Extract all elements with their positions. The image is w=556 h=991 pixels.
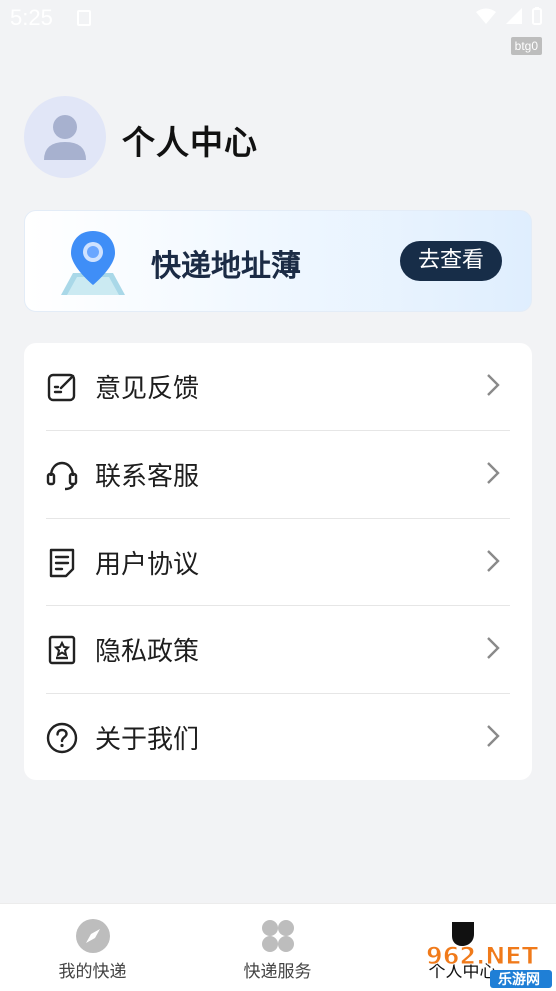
avatar[interactable]	[24, 96, 106, 178]
menu-item-feedback[interactable]: 意见反馈	[46, 343, 510, 430]
watermark-logo: 962.NET 乐游网	[426, 942, 552, 988]
status-bar: 5:25 btg0	[0, 0, 556, 55]
chevron-right-icon	[487, 462, 500, 484]
menu-item-privacy-policy[interactable]: 隐私政策	[46, 606, 510, 693]
menu-item-about-us[interactable]: 关于我们	[46, 694, 510, 781]
privacy-icon	[46, 634, 78, 666]
tab-label: 快递服务	[243, 962, 312, 982]
chevron-right-icon	[487, 550, 500, 572]
address-book-card[interactable]: 快递地址薄 去查看	[24, 210, 532, 312]
wifi-icon	[476, 8, 496, 24]
settings-menu: 意见反馈 联系客服 用户协议 隐私政策 关于我们	[24, 343, 532, 780]
grid-icon	[261, 920, 294, 952]
battery-icon	[532, 7, 542, 25]
tab-my-express[interactable]: 我的快递	[0, 904, 185, 991]
view-address-button[interactable]: 去查看	[400, 241, 502, 281]
menu-item-contact-support[interactable]: 联系客服	[46, 431, 510, 518]
status-icons	[476, 7, 542, 25]
chevron-right-icon	[487, 637, 500, 659]
notification-icon	[77, 10, 91, 26]
document-icon	[46, 547, 78, 579]
tab-label: 我的快递	[58, 962, 127, 982]
headset-icon	[46, 459, 78, 491]
compass-icon	[75, 919, 110, 953]
menu-item-label: 意见反馈	[95, 374, 200, 404]
chevron-right-icon	[487, 725, 500, 747]
tab-express-service[interactable]: 快递服务	[185, 904, 370, 991]
menu-item-user-agreement[interactable]: 用户协议	[46, 519, 510, 606]
menu-item-label: 关于我们	[95, 725, 200, 755]
page-title: 个人中心	[122, 123, 258, 162]
question-icon	[46, 722, 78, 754]
watermark-text: 962.NET	[426, 942, 539, 970]
signal-icon	[506, 8, 522, 24]
feedback-icon	[46, 371, 78, 403]
address-book-title: 快递地址薄	[151, 249, 301, 284]
menu-item-label: 联系客服	[95, 462, 200, 492]
watermark-subtext: 乐游网	[498, 971, 540, 988]
menu-item-label: 用户协议	[95, 550, 200, 580]
map-pin-icon	[61, 231, 125, 295]
menu-item-label: 隐私政策	[95, 637, 200, 667]
debug-badge: btg0	[510, 37, 542, 55]
chevron-right-icon	[487, 374, 500, 396]
user-icon	[44, 115, 86, 160]
status-time: 5:25	[10, 5, 53, 30]
